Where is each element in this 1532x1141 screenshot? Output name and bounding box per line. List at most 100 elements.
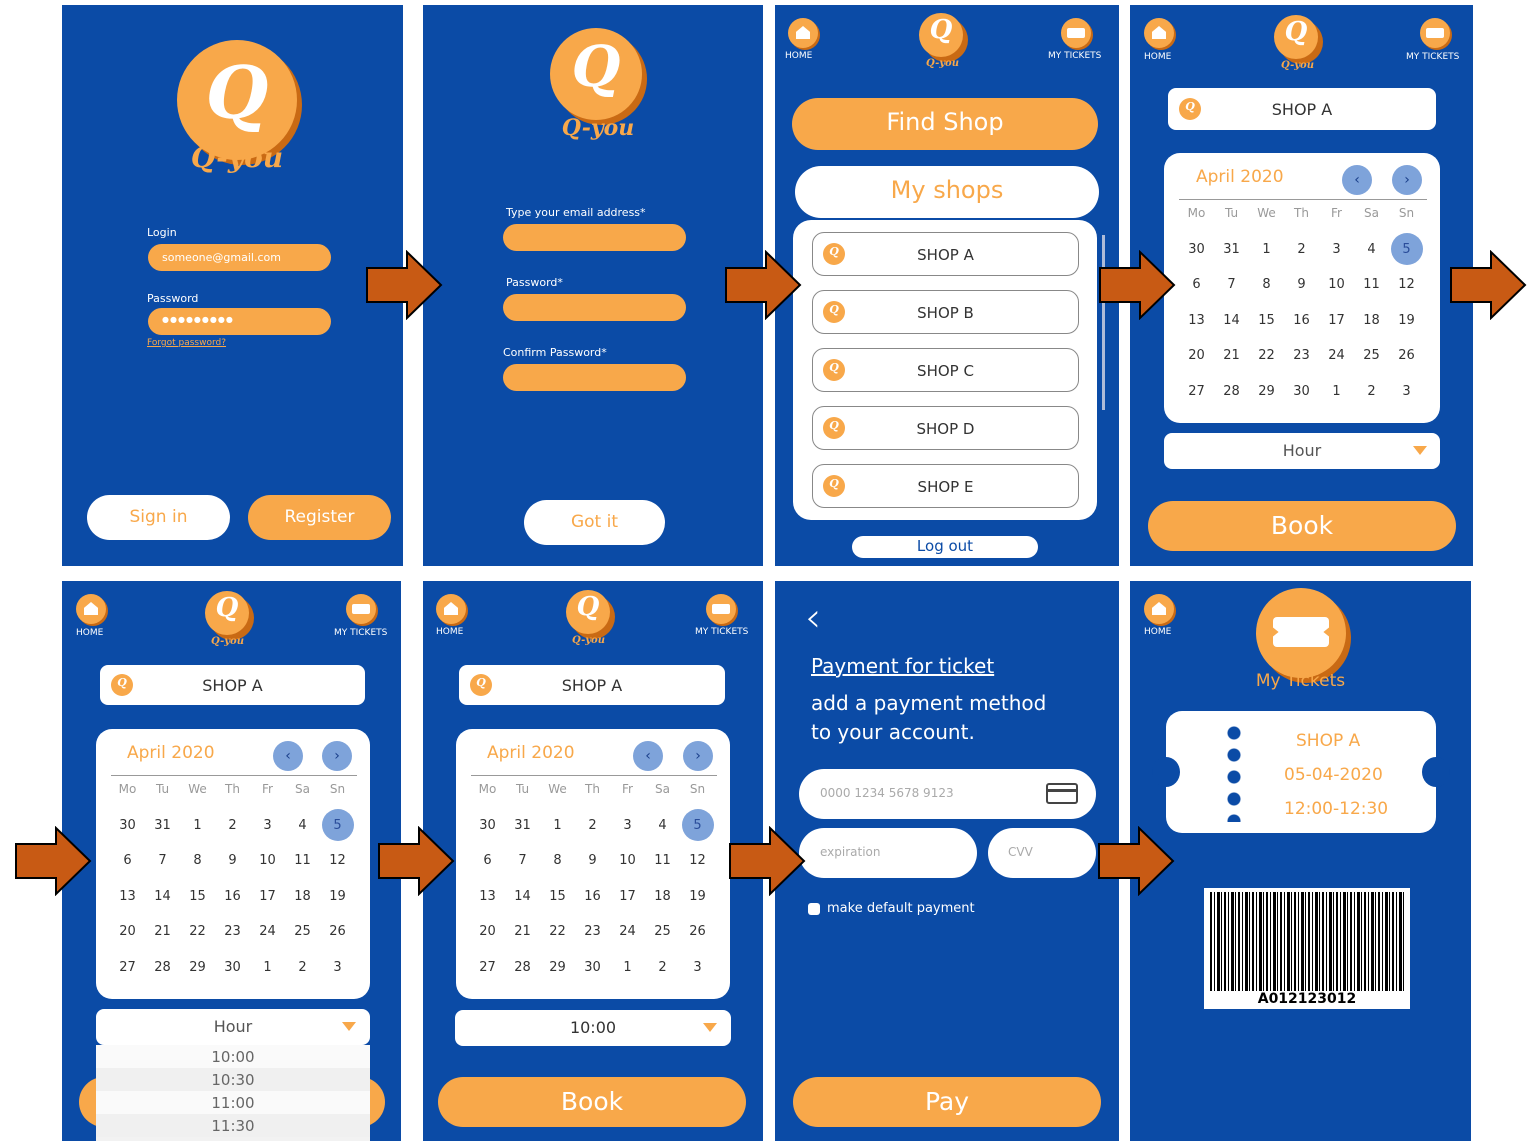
day-cell[interactable]: 13 xyxy=(1179,303,1214,339)
logout-button[interactable]: Log out xyxy=(852,536,1038,558)
find-shop-button[interactable]: Find Shop xyxy=(792,98,1098,150)
forgot-password-link[interactable]: Forgot password? xyxy=(147,338,226,348)
prev-month-button[interactable]: ‹ xyxy=(273,741,303,771)
day-cell[interactable]: 1 xyxy=(610,950,645,986)
day-cell[interactable]: 30 xyxy=(1179,232,1214,268)
day-cell[interactable]: 28 xyxy=(1214,374,1249,410)
day-cell[interactable]: 25 xyxy=(1354,338,1389,374)
day-cell[interactable]: 7 xyxy=(1214,267,1249,303)
home-icon[interactable] xyxy=(1144,18,1174,48)
day-cell[interactable]: 16 xyxy=(215,879,250,915)
cvv-input[interactable]: CVV xyxy=(988,828,1096,878)
day-cell[interactable]: 13 xyxy=(470,879,505,915)
day-cell[interactable]: 12 xyxy=(1389,267,1424,303)
day-cell[interactable]: 24 xyxy=(250,914,285,950)
day-cell[interactable]: 1 xyxy=(1249,232,1284,268)
shop-selector[interactable]: Q SHOP A xyxy=(100,665,365,705)
day-cell[interactable]: 21 xyxy=(505,914,540,950)
prev-month-button[interactable]: ‹ xyxy=(1342,165,1372,195)
day-cell[interactable]: 2 xyxy=(575,808,610,844)
day-cell[interactable]: 19 xyxy=(320,879,355,915)
hour-dropdown[interactable]: 10:00 xyxy=(455,1010,731,1046)
day-cell[interactable]: 17 xyxy=(1319,303,1354,339)
day-cell[interactable]: 6 xyxy=(470,843,505,879)
day-cell[interactable]: 23 xyxy=(1284,338,1319,374)
day-cell[interactable]: 22 xyxy=(540,914,575,950)
hour-option[interactable]: 10:30 xyxy=(96,1068,370,1091)
day-cell[interactable]: 26 xyxy=(680,914,715,950)
prev-month-button[interactable]: ‹ xyxy=(633,741,663,771)
day-cell[interactable]: 3 xyxy=(1389,374,1424,410)
day-cell[interactable]: 1 xyxy=(180,808,215,844)
day-cell-selected[interactable]: 5 xyxy=(680,808,715,844)
back-arrow-icon[interactable]: ‹ xyxy=(805,595,821,641)
day-cell[interactable]: 3 xyxy=(680,950,715,986)
day-cell[interactable]: 2 xyxy=(645,950,680,986)
day-cell[interactable]: 3 xyxy=(320,950,355,986)
day-cell[interactable]: 1 xyxy=(540,808,575,844)
hour-option[interactable]: 10:00 xyxy=(96,1045,370,1068)
login-input[interactable]: someone@gmail.com xyxy=(148,244,331,271)
day-cell[interactable]: 2 xyxy=(1354,374,1389,410)
confirm-password-input[interactable] xyxy=(503,364,686,391)
day-cell[interactable]: 4 xyxy=(285,808,320,844)
day-cell[interactable]: 25 xyxy=(645,914,680,950)
day-cell[interactable]: 19 xyxy=(680,879,715,915)
pay-button[interactable]: Pay xyxy=(793,1077,1101,1127)
day-cell[interactable]: 19 xyxy=(1389,303,1424,339)
day-cell-selected[interactable]: 5 xyxy=(320,808,355,844)
day-cell[interactable]: 20 xyxy=(1179,338,1214,374)
ticket-icon[interactable] xyxy=(346,594,376,624)
day-cell[interactable]: 29 xyxy=(180,950,215,986)
day-cell[interactable]: 9 xyxy=(1284,267,1319,303)
next-month-button[interactable]: › xyxy=(322,741,352,771)
day-cell[interactable]: 13 xyxy=(110,879,145,915)
day-cell[interactable]: 4 xyxy=(1354,232,1389,268)
day-cell[interactable]: 31 xyxy=(505,808,540,844)
day-cell[interactable]: 3 xyxy=(1319,232,1354,268)
ticket-card[interactable]: SHOP A 05-04-2020 12:00-12:30 xyxy=(1152,711,1450,833)
hour-option[interactable]: 11:00 xyxy=(96,1091,370,1114)
shop-item[interactable]: Q SHOP C xyxy=(812,348,1079,392)
day-cell[interactable]: 1 xyxy=(250,950,285,986)
day-cell[interactable]: 18 xyxy=(285,879,320,915)
email-input[interactable] xyxy=(503,224,686,251)
ticket-icon[interactable] xyxy=(1061,18,1091,48)
sign-in-button[interactable]: Sign in xyxy=(87,495,230,540)
day-cell[interactable]: 14 xyxy=(505,879,540,915)
day-cell[interactable]: 16 xyxy=(1284,303,1319,339)
day-cell[interactable]: 17 xyxy=(250,879,285,915)
day-cell[interactable]: 10 xyxy=(610,843,645,879)
day-cell[interactable]: 17 xyxy=(610,879,645,915)
home-icon[interactable] xyxy=(1144,594,1174,624)
day-cell[interactable]: 18 xyxy=(645,879,680,915)
day-cell[interactable]: 8 xyxy=(1249,267,1284,303)
day-cell[interactable]: 24 xyxy=(1319,338,1354,374)
day-cell[interactable]: 9 xyxy=(215,843,250,879)
day-cell[interactable]: 29 xyxy=(540,950,575,986)
day-cell[interactable]: 30 xyxy=(215,950,250,986)
day-cell[interactable]: 21 xyxy=(1214,338,1249,374)
day-cell[interactable]: 28 xyxy=(145,950,180,986)
day-cell[interactable]: 21 xyxy=(145,914,180,950)
day-cell[interactable]: 26 xyxy=(320,914,355,950)
day-cell[interactable]: 8 xyxy=(540,843,575,879)
day-cell[interactable]: 24 xyxy=(610,914,645,950)
day-cell[interactable]: 27 xyxy=(1179,374,1214,410)
home-icon[interactable] xyxy=(76,594,106,624)
day-cell[interactable]: 25 xyxy=(285,914,320,950)
day-cell[interactable]: 22 xyxy=(180,914,215,950)
day-cell[interactable]: 3 xyxy=(610,808,645,844)
next-month-button[interactable]: › xyxy=(683,741,713,771)
day-cell[interactable]: 31 xyxy=(145,808,180,844)
got-it-button[interactable]: Got it xyxy=(524,500,665,545)
day-cell[interactable]: 3 xyxy=(250,808,285,844)
day-cell[interactable]: 15 xyxy=(540,879,575,915)
day-cell[interactable]: 29 xyxy=(1249,374,1284,410)
register-button[interactable]: Register xyxy=(248,495,391,540)
day-cell[interactable]: 15 xyxy=(180,879,215,915)
day-cell[interactable]: 26 xyxy=(1389,338,1424,374)
day-cell[interactable]: 20 xyxy=(470,914,505,950)
default-payment-checkbox[interactable] xyxy=(808,903,820,915)
day-cell[interactable]: 27 xyxy=(110,950,145,986)
